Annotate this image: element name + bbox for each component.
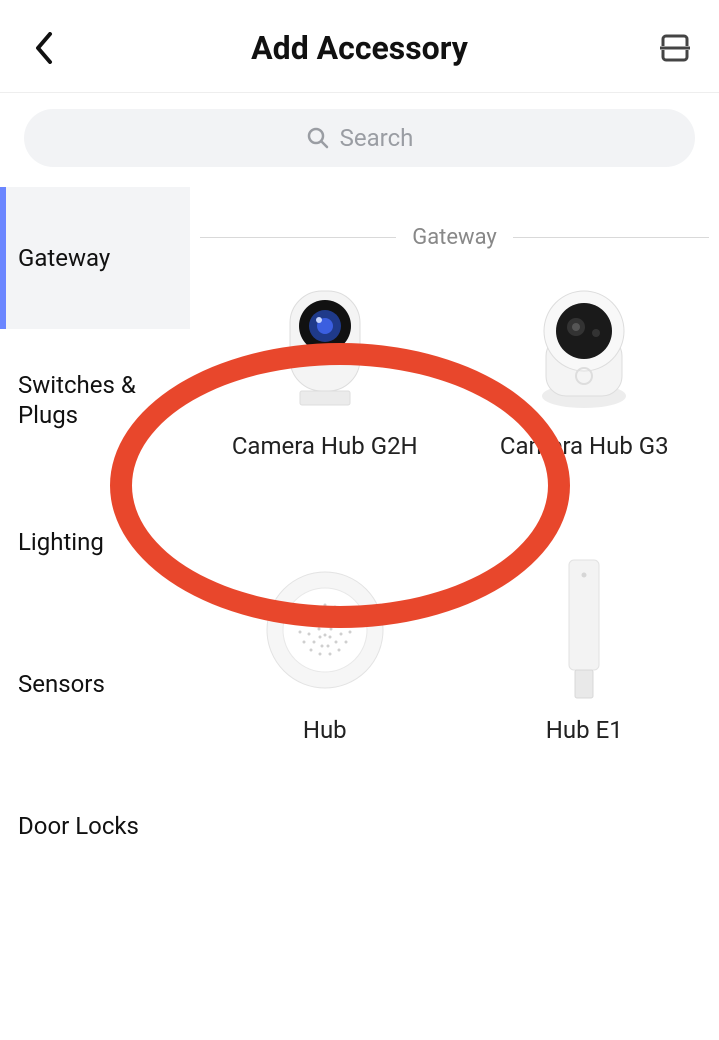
content: Gateway Switches & Plugs Lighting Sensor… xyxy=(0,183,719,1040)
chevron-left-icon xyxy=(34,32,54,64)
product-label: Hub E1 xyxy=(546,716,623,744)
sidebar-item-switches-plugs[interactable]: Switches & Plugs xyxy=(0,329,190,471)
camera-g3-icon xyxy=(514,276,654,416)
search-input[interactable]: Search xyxy=(24,109,695,167)
sidebar-item-label: Lighting xyxy=(18,527,104,557)
divider xyxy=(200,237,396,238)
sidebar-item-sensors[interactable]: Sensors xyxy=(0,613,190,755)
product-hub[interactable]: Hub xyxy=(200,560,450,744)
sidebar-item-gateway[interactable]: Gateway xyxy=(0,187,190,329)
sidebar-item-door-locks[interactable]: Door Locks xyxy=(0,755,190,897)
header: Add Accessory xyxy=(0,0,719,93)
back-button[interactable] xyxy=(24,28,64,68)
hub-stick-icon xyxy=(514,560,654,700)
hub-round-icon xyxy=(255,560,395,700)
section-title: Gateway xyxy=(412,225,497,250)
product-label: Camera Hub G3 xyxy=(500,432,669,460)
product-camera-hub-g2h[interactable]: Camera Hub G2H xyxy=(200,276,450,460)
product-hub-e1[interactable]: Hub E1 xyxy=(460,560,710,744)
scan-icon xyxy=(660,33,690,63)
scan-button[interactable] xyxy=(655,28,695,68)
product-label: Hub xyxy=(303,716,347,744)
sidebar-item-label: Sensors xyxy=(18,669,105,699)
search-placeholder: Search xyxy=(340,124,414,152)
sidebar-item-label: Door Locks xyxy=(18,811,139,841)
product-camera-hub-g3[interactable]: Camera Hub G3 xyxy=(460,276,710,460)
section-header: Gateway xyxy=(200,183,709,276)
camera-g2h-icon xyxy=(255,276,395,416)
sidebar-item-lighting[interactable]: Lighting xyxy=(0,471,190,613)
sidebar: Gateway Switches & Plugs Lighting Sensor… xyxy=(0,183,190,1040)
product-grid: Camera Hub G2H Camera Hub xyxy=(200,276,709,744)
product-label: Camera Hub G2H xyxy=(232,432,418,460)
page-title: Add Accessory xyxy=(64,29,655,67)
search-icon xyxy=(306,126,330,150)
sidebar-item-label: Switches & Plugs xyxy=(18,370,190,430)
search-container: Search xyxy=(0,93,719,183)
divider xyxy=(513,237,709,238)
sidebar-item-label: Gateway xyxy=(18,243,110,273)
main-panel: Gateway Camera Hub G2H xyxy=(190,183,719,1040)
